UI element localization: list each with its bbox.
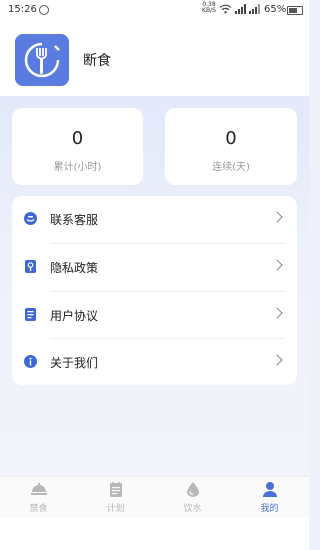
streak-days-value: 0 bbox=[225, 128, 237, 149]
privacy-lock-icon bbox=[25, 260, 36, 273]
signal-icon-2 bbox=[249, 4, 260, 14]
tab-label-plan: 计划 bbox=[106, 504, 125, 514]
app-logo bbox=[15, 34, 69, 86]
total-hours-label: 累计(小时) bbox=[53, 162, 102, 173]
menu-label-user-agreement: 用户协议 bbox=[50, 309, 99, 323]
menu-label-about-us: 关于我们 bbox=[50, 356, 99, 370]
menu-label-privacy-policy: 隐私政策 bbox=[50, 261, 99, 275]
fasting-icon bbox=[31, 483, 47, 495]
alarm-clock-icon bbox=[39, 5, 49, 15]
tab-label-profile: 我的 bbox=[260, 504, 279, 514]
network-speed: 0.38 KB/S bbox=[201, 2, 217, 14]
tab-label-fasting: 禁食 bbox=[29, 504, 48, 514]
menu-item-privacy-policy[interactable]: 隐私政策 bbox=[12, 244, 297, 291]
tab-plan[interactable]: 计划 bbox=[77, 477, 154, 517]
customer-service-icon bbox=[24, 212, 37, 225]
settings-menu: 联系客服 隐私政策 用户协议 关于我们 bbox=[12, 196, 297, 385]
plan-calendar-icon bbox=[110, 482, 122, 497]
menu-item-user-agreement[interactable]: 用户协议 bbox=[12, 292, 297, 339]
status-time: 15:26 bbox=[8, 4, 37, 15]
tab-label-water: 饮水 bbox=[183, 504, 202, 514]
fork-clock-icon bbox=[24, 42, 60, 78]
wifi-icon bbox=[219, 4, 232, 14]
battery-icon bbox=[287, 6, 303, 15]
status-bar: 15:26 0.38 KB/S 65% bbox=[0, 0, 309, 20]
signal-icon bbox=[235, 4, 246, 14]
tab-water[interactable]: 饮水 bbox=[154, 477, 231, 517]
system-navigation-area bbox=[0, 517, 309, 550]
tab-fasting[interactable]: 禁食 bbox=[0, 477, 77, 517]
network-speed-unit: KB/S bbox=[202, 7, 216, 14]
info-icon bbox=[24, 355, 37, 368]
menu-item-customer-service[interactable]: 联系客服 bbox=[12, 196, 297, 243]
user-agreement-icon bbox=[25, 308, 36, 321]
profile-icon bbox=[263, 482, 277, 497]
menu-item-about-us[interactable]: 关于我们 bbox=[12, 339, 297, 386]
app-name: 断食 bbox=[83, 53, 111, 69]
stat-card-streak-days: 0 连续(天) bbox=[165, 108, 297, 185]
total-hours-value: 0 bbox=[71, 128, 84, 149]
battery-percent: 65% bbox=[264, 4, 287, 15]
chevron-right-icon bbox=[271, 259, 283, 271]
chevron-right-icon bbox=[271, 211, 283, 223]
chevron-right-icon bbox=[271, 307, 283, 319]
streak-days-label: 连续(天) bbox=[212, 162, 250, 173]
tab-profile[interactable]: 我的 bbox=[231, 477, 308, 517]
bottom-tab-bar: 禁食 计划 饮水 我的 bbox=[0, 476, 309, 517]
menu-label-customer-service: 联系客服 bbox=[50, 213, 99, 227]
stat-card-total-hours: 0 累计(小时) bbox=[12, 108, 143, 185]
chevron-right-icon bbox=[271, 354, 283, 366]
water-drop-icon bbox=[187, 482, 199, 497]
